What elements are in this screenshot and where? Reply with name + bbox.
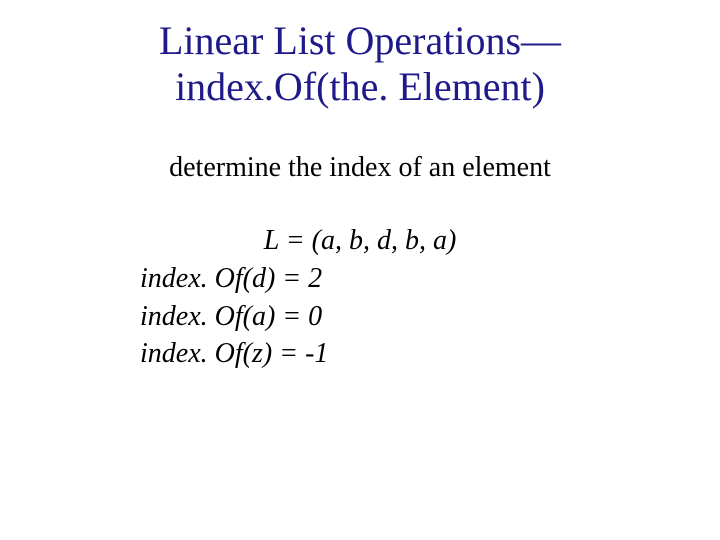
example-2: index. Of(a) = 0 xyxy=(140,298,720,336)
title-line-2: index.Of(the. Element) xyxy=(0,64,720,110)
slide-title: Linear List Operations— index.Of(the. El… xyxy=(0,0,720,110)
list-definition: L = (a, b, d, b, a) xyxy=(0,222,720,260)
example-3: index. Of(z) = -1 xyxy=(140,335,720,373)
slide-body: L = (a, b, d, b, a) index. Of(d) = 2 ind… xyxy=(140,222,720,373)
title-line-1: Linear List Operations— xyxy=(0,18,720,64)
example-1: index. Of(d) = 2 xyxy=(140,260,720,298)
slide-subhead: determine the index of an element xyxy=(0,152,720,184)
slide: Linear List Operations— index.Of(the. El… xyxy=(0,0,720,540)
